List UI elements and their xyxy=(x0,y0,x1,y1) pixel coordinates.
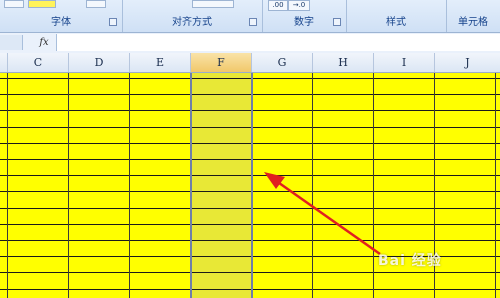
watermark-logo: Bai 经验 xyxy=(378,253,442,269)
arrow-shaft xyxy=(271,176,381,256)
